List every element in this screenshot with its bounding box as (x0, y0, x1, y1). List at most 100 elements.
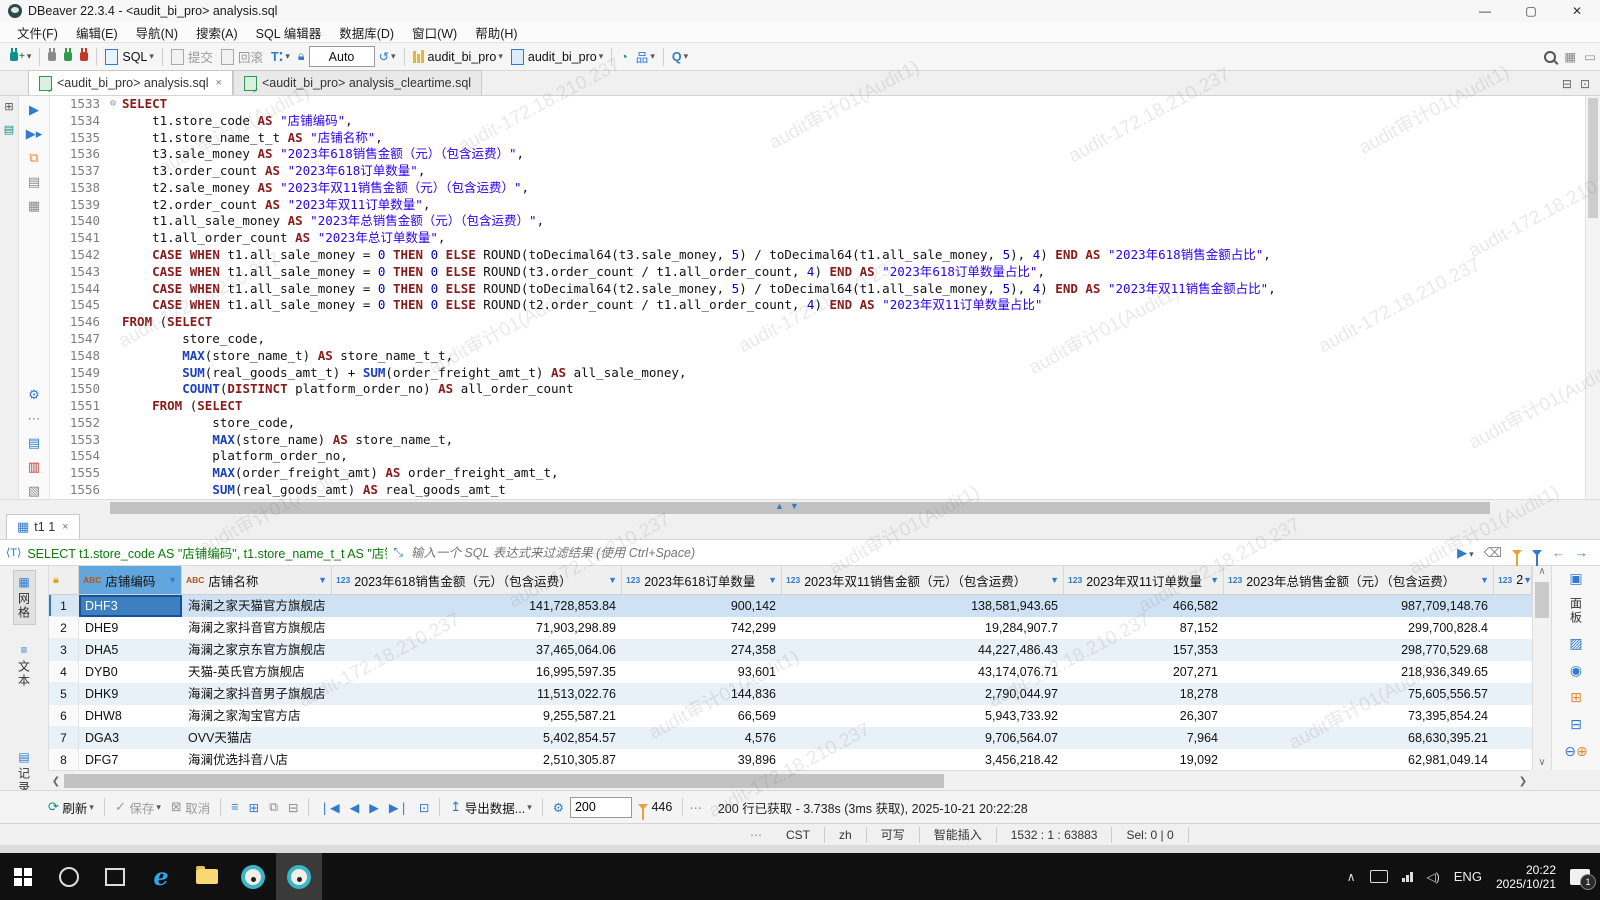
panel-sash-toggle[interactable]: ▲▼ (775, 501, 799, 511)
scroll-left-icon[interactable]: ❮ (48, 776, 64, 787)
lock-button[interactable]: 🔒︎ (294, 46, 309, 68)
db-navigator-icon[interactable]: ▤ (4, 123, 14, 136)
statusbar-segment-4[interactable]: 1532 : 1 : 63883 (997, 827, 1113, 843)
code-line[interactable]: 1540 t1.all_sale_money AS "2023年总销售金额（元）… (50, 213, 1585, 230)
grid-vertical-scrollbar[interactable]: ∧ ∨ (1532, 566, 1551, 770)
edit-cell-button[interactable]: ≡ (227, 796, 242, 818)
filter-forward-icon[interactable]: → (1575, 545, 1588, 560)
tray-expand-icon[interactable]: ∧ (1347, 870, 1356, 884)
grid-cell[interactable]: 274,358 (622, 639, 782, 661)
code-line[interactable]: 1551 FROM (SELECT (50, 398, 1585, 415)
tab-close-icon[interactable]: × (216, 77, 222, 89)
grid-cell[interactable]: 299,700,828.4 (1224, 617, 1494, 639)
code-line[interactable]: 1545 CASE WHEN t1.all_sale_money = 0 THE… (50, 297, 1585, 314)
collapse-down-icon[interactable]: ▼ (790, 501, 799, 511)
grid-cell[interactable]: 18,278 (1064, 683, 1224, 705)
execute-script-icon[interactable]: ▶▸ (26, 126, 43, 142)
code-area[interactable]: 1533⊖SELECT1534 t1.store_code AS "店铺编码",… (50, 96, 1585, 499)
tab-analysis-sql[interactable]: <audit_bi_pro> analysis.sql × (28, 70, 233, 95)
touch-keyboard-icon[interactable] (1370, 870, 1388, 883)
grid-cell[interactable]: 138,581,943.65 (782, 595, 1064, 617)
scrollbar-thumb[interactable] (110, 502, 1490, 514)
grid-cell[interactable]: 87,152 (1064, 617, 1224, 639)
grid-cell[interactable]: DHA5 (79, 639, 182, 661)
scroll-right-icon[interactable]: ❯ (1515, 776, 1531, 787)
grid-cell[interactable]: 43,174,076.71 (782, 661, 1064, 683)
execute-statement-icon[interactable]: ▶ (29, 102, 39, 118)
grid-cell[interactable]: 天猫-英氏官方旗舰店 (182, 661, 332, 683)
close-button[interactable]: ✕ (1554, 0, 1600, 22)
collapse-up-icon[interactable]: ▲ (775, 501, 784, 511)
maximize-button[interactable]: ▢ (1508, 0, 1554, 22)
toolbar-search-button[interactable]: Q▾ (668, 46, 692, 68)
calc-panel-icon[interactable]: ◉ (1570, 662, 1582, 679)
clear-filter-icon[interactable]: ⌫ (1484, 545, 1502, 561)
export-data-button[interactable]: ↥ 导出数据...▾ (446, 796, 535, 818)
code-line[interactable]: 1549 SUM(real_goods_amt_t) + SUM(order_f… (50, 365, 1585, 382)
transaction-mode-button[interactable]: T⁚▾ (267, 46, 294, 68)
grid-cell[interactable] (1494, 617, 1532, 639)
menu-item-5[interactable]: 数据库(D) (330, 23, 403, 42)
more-status-icon[interactable]: ⋯ (689, 800, 702, 815)
statusbar-segment-3[interactable]: 智能插入 (920, 827, 997, 843)
menu-item-0[interactable]: 文件(F) (8, 23, 67, 42)
grid-cell[interactable]: 141,728,853.84 (332, 595, 622, 617)
scroll-down-icon[interactable]: ∨ (1533, 757, 1551, 768)
grid-cell[interactable]: 73,395,854.24 (1224, 705, 1494, 727)
grid-cell[interactable] (1494, 639, 1532, 661)
code-line[interactable]: 1539 t2.order_count AS "2023年双11订单数量", (50, 197, 1585, 214)
grid-cell[interactable]: 19,284,907.7 (782, 617, 1064, 639)
first-page-button[interactable]: ❘◀ (315, 796, 343, 818)
row-header-corner[interactable]: 🔒︎ (49, 566, 79, 594)
column-dropdown-icon[interactable]: ▼ (1523, 575, 1532, 585)
column-dropdown-icon[interactable]: ▼ (1050, 575, 1059, 585)
task-view-button[interactable] (92, 853, 138, 900)
column-header-4[interactable]: 1232023年618订单数量▼ (622, 566, 782, 594)
grid-cell[interactable] (1494, 727, 1532, 749)
new-connection-button[interactable]: +▾ (6, 46, 35, 68)
fetch-size-input[interactable] (570, 797, 632, 818)
save-filter-icon[interactable] (1532, 550, 1542, 556)
output-log-icon[interactable]: ▤ (28, 435, 40, 451)
database-select[interactable]: audit_bi_pro▾ (409, 46, 507, 68)
statusbar-segment-2[interactable]: 可写 (867, 827, 920, 843)
reconnect-button[interactable] (60, 46, 76, 68)
row-number[interactable]: 4 (49, 661, 79, 683)
code-line[interactable]: 1555 MAX(order_freight_amt) AS order_fre… (50, 465, 1585, 482)
internet-explorer-button[interactable]: e (138, 853, 184, 900)
grid-cell[interactable]: 海澜之家淘宝官方店 (182, 705, 332, 727)
scroll-up-icon[interactable]: ∧ (1533, 566, 1551, 577)
code-line[interactable]: 1541 t1.all_order_count AS "2023年总订单数量", (50, 230, 1585, 247)
grid-cell[interactable]: 26,307 (1064, 705, 1224, 727)
expand-filter-icon[interactable]: ⤡ (393, 545, 403, 560)
table-row[interactable]: 7DGA3OVV天猫店5,402,854.574,5769,706,564.07… (49, 727, 1532, 749)
grid-cell[interactable]: DHF3 (79, 595, 182, 617)
code-line[interactable]: 1547 store_code, (50, 331, 1585, 348)
grid-cell[interactable]: DHE9 (79, 617, 182, 639)
scrollbar-thumb[interactable] (64, 774, 944, 788)
grid-cell[interactable]: 海澜之家抖音官方旗舰店 (182, 617, 332, 639)
row-number[interactable]: 3 (49, 639, 79, 661)
grid-cell[interactable] (1494, 705, 1532, 727)
duplicate-row-button[interactable]: ⧉ (265, 796, 282, 818)
connect-button[interactable] (44, 46, 60, 68)
grid-cell[interactable]: 39,896 (622, 749, 782, 770)
save-button[interactable]: ✓ 保存▾ (111, 796, 165, 818)
grid-cell[interactable] (1494, 683, 1532, 705)
apply-filter-play-icon[interactable]: ▶▾ (1457, 545, 1474, 561)
grid-cell[interactable]: 19,092 (1064, 749, 1224, 770)
column-header-2[interactable]: ABC店铺名称▼ (182, 566, 332, 594)
table-row[interactable]: 6DHW8海澜之家淘宝官方店9,255,587.2166,5695,943,73… (49, 705, 1532, 727)
tab-analysis-cleartime-sql[interactable]: <audit_bi_pro> analysis_cleartime.sql (233, 70, 482, 95)
taskbar-clock[interactable]: 20:22 2025/10/21 (1496, 863, 1556, 891)
grid-cell[interactable]: 7,964 (1064, 727, 1224, 749)
side-tab-文本[interactable]: ≡文本 (14, 639, 35, 692)
record-mode-icon[interactable]: ⊟ (1570, 716, 1582, 733)
refresh-button[interactable]: ⟳ 刷新▾ (44, 796, 98, 818)
grid-cell[interactable]: 海澜之家天猫官方旗舰店 (182, 595, 332, 617)
grid-cell[interactable]: 68,630,395.21 (1224, 727, 1494, 749)
results-tab-t1[interactable]: ▦ t1 1 × (6, 514, 80, 539)
focus-row-button[interactable]: ⊡ (415, 796, 433, 818)
grid-cell[interactable]: DGA3 (79, 727, 182, 749)
delete-row-button[interactable]: ⊟ (284, 796, 302, 818)
